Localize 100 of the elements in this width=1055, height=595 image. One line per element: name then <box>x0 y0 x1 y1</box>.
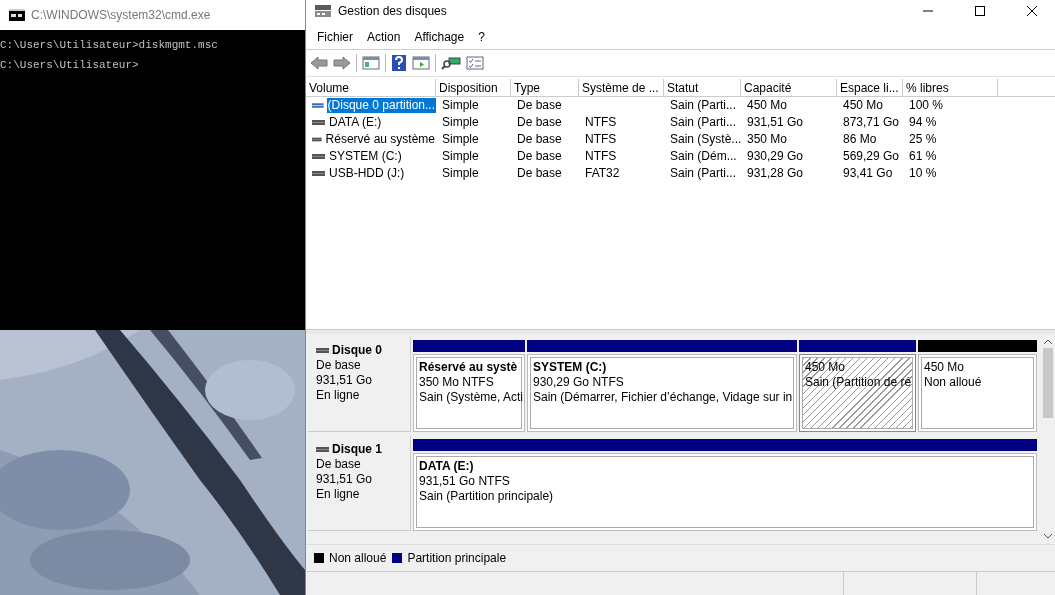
volume-name[interactable]: USB-HDD (J:) <box>328 166 406 181</box>
drive-icon <box>312 136 322 143</box>
table-cell: 873,71 Go <box>843 114 900 131</box>
table-cell: De base <box>517 97 562 114</box>
column-header[interactable]: Espace li... <box>837 79 903 97</box>
table-cell: 931,28 Go <box>747 165 804 182</box>
volume-name[interactable]: DATA (E:) <box>328 115 383 130</box>
partition-name: Réservé au systè <box>419 360 518 375</box>
disk-size: 931,51 Go <box>316 472 373 487</box>
table-cell: 569,29 Go <box>843 148 900 165</box>
menu-item[interactable]: Affichage <box>407 30 472 44</box>
disk-management-icon <box>314 4 332 18</box>
table-cell: Simple <box>442 97 479 114</box>
disk-size: 931,51 Go <box>316 373 373 388</box>
table-cell: De base <box>517 165 562 182</box>
console-line: C:\Users\Utilisateur>diskmgmt.msc <box>0 39 219 51</box>
disk-info-panel[interactable]: Disque 0 De base 931,51 Go En ligne <box>308 337 411 432</box>
table-cell: Sain (Dém... <box>670 148 737 165</box>
column-header[interactable]: Système de ... <box>579 79 664 97</box>
table-cell: Sain (Parti... <box>670 114 737 131</box>
table-cell: 10 % <box>909 165 937 182</box>
volume-name[interactable]: (Disque 0 partition... <box>326 98 436 113</box>
console-title: C:\WINDOWS\system32\cmd.exe <box>31 8 211 22</box>
help-icon[interactable] <box>391 54 407 72</box>
table-cell: Sain (Systè... <box>670 131 742 148</box>
table-cell: Sain (Parti... <box>670 165 737 182</box>
partition-block[interactable]: SYSTEM (C:) 930,29 Go NTFS Sain (Démarrer, Fichier d’échange, Vidage sur in <box>527 354 797 432</box>
legend-label: Non alloué <box>329 551 387 565</box>
panel-icon[interactable] <box>412 55 430 71</box>
console-icon <box>9 9 25 21</box>
forward-arrow-icon[interactable] <box>333 55 351 71</box>
table-cell: Simple <box>442 148 479 165</box>
table-cell: 100 % <box>909 97 944 114</box>
table-cell: 94 % <box>909 114 937 131</box>
back-arrow-icon[interactable] <box>310 55 328 71</box>
partition-status: Sain (Système, Acti <box>419 390 524 405</box>
legend-label: Partition principale <box>407 551 507 565</box>
partition-name: DATA (E:) <box>419 459 474 474</box>
partition-status: Sain (Démarrer, Fichier d’échange, Vidage sur in <box>533 390 793 405</box>
checklist-icon[interactable] <box>466 55 484 71</box>
partition-block[interactable]: DATA (E:) 931,51 Go NTFS Sain (Partition principale) <box>413 453 1037 531</box>
drive-icon <box>312 170 325 177</box>
table-cell: De base <box>517 148 562 165</box>
partition-size: 450 Mo <box>924 360 965 375</box>
disk-type: De base <box>316 358 361 373</box>
partition-block[interactable]: 450 Mo Sain (Partition de ré <box>799 354 916 432</box>
menu-item[interactable]: ? <box>471 30 492 44</box>
column-header[interactable]: % libres <box>903 79 998 97</box>
maximize-icon <box>974 5 986 17</box>
table-cell: 93,41 Go <box>843 165 893 182</box>
table-cell: 450 Mo <box>843 97 884 114</box>
table-cell: De base <box>517 114 562 131</box>
drive-icon <box>316 347 329 354</box>
table-cell: 350 Mo <box>747 131 788 148</box>
table-cell: NTFS <box>585 114 617 131</box>
partition-size: 350 Mo NTFS <box>419 375 494 390</box>
partition-status: Sain (Partition de ré <box>805 375 912 390</box>
volume-name[interactable]: SYSTEM (C:) <box>328 149 403 164</box>
disk-name: Disque 1 <box>332 442 382 457</box>
table-cell: De base <box>517 131 562 148</box>
console-line: C:\Users\Utilisateur> <box>0 59 140 71</box>
table-cell: NTFS <box>585 148 617 165</box>
disk-name: Disque 0 <box>332 343 382 358</box>
magnifier-icon[interactable] <box>441 55 461 71</box>
table-cell: FAT32 <box>585 165 620 182</box>
drive-icon <box>312 119 325 126</box>
disk-info-panel[interactable]: Disque 1 De base 931,51 Go En ligne <box>308 436 411 531</box>
table-cell: 86 Mo <box>843 131 877 148</box>
table-cell: Simple <box>442 114 479 131</box>
partition-size: 931,51 Go NTFS <box>419 474 510 489</box>
table-cell: 450 Mo <box>747 97 788 114</box>
partition-status: Sain (Partition principale) <box>419 489 554 504</box>
column-header[interactable]: Volume <box>306 79 436 97</box>
volume-name[interactable]: Réservé au système <box>324 132 436 147</box>
table-cell: 61 % <box>909 148 937 165</box>
disk-status: En ligne <box>316 487 360 502</box>
partition-name: SYSTEM (C:) <box>533 360 607 375</box>
column-header[interactable]: Statut <box>664 79 741 97</box>
column-header[interactable]: Disposition <box>436 79 511 97</box>
partition-block[interactable]: 450 Mo Non alloué <box>918 354 1037 432</box>
partition-status: Non alloué <box>924 375 982 390</box>
disk-status: En ligne <box>316 388 360 403</box>
panel-icon[interactable] <box>362 55 380 71</box>
window-title: Gestion des disques <box>338 4 447 18</box>
table-cell: 931,51 Go <box>747 114 804 131</box>
column-header[interactable]: Type <box>511 79 579 97</box>
menu-item[interactable]: Fichier <box>310 30 360 44</box>
striped-drive-icon <box>312 102 324 109</box>
table-cell: NTFS <box>585 131 617 148</box>
drive-icon <box>316 446 329 453</box>
drive-icon <box>312 153 325 160</box>
column-header[interactable]: Capacité <box>741 79 837 97</box>
table-cell: 930,29 Go <box>747 148 804 165</box>
table-cell: 25 % <box>909 131 937 148</box>
table-cell: Simple <box>442 165 479 182</box>
partition-block[interactable]: Réservé au systè 350 Mo NTFS Sain (Système, Acti <box>413 354 525 432</box>
table-cell: Sain (Parti... <box>670 97 737 114</box>
menu-item[interactable]: Action <box>360 30 408 44</box>
table-cell: Simple <box>442 131 479 148</box>
disk-type: De base <box>316 457 361 472</box>
